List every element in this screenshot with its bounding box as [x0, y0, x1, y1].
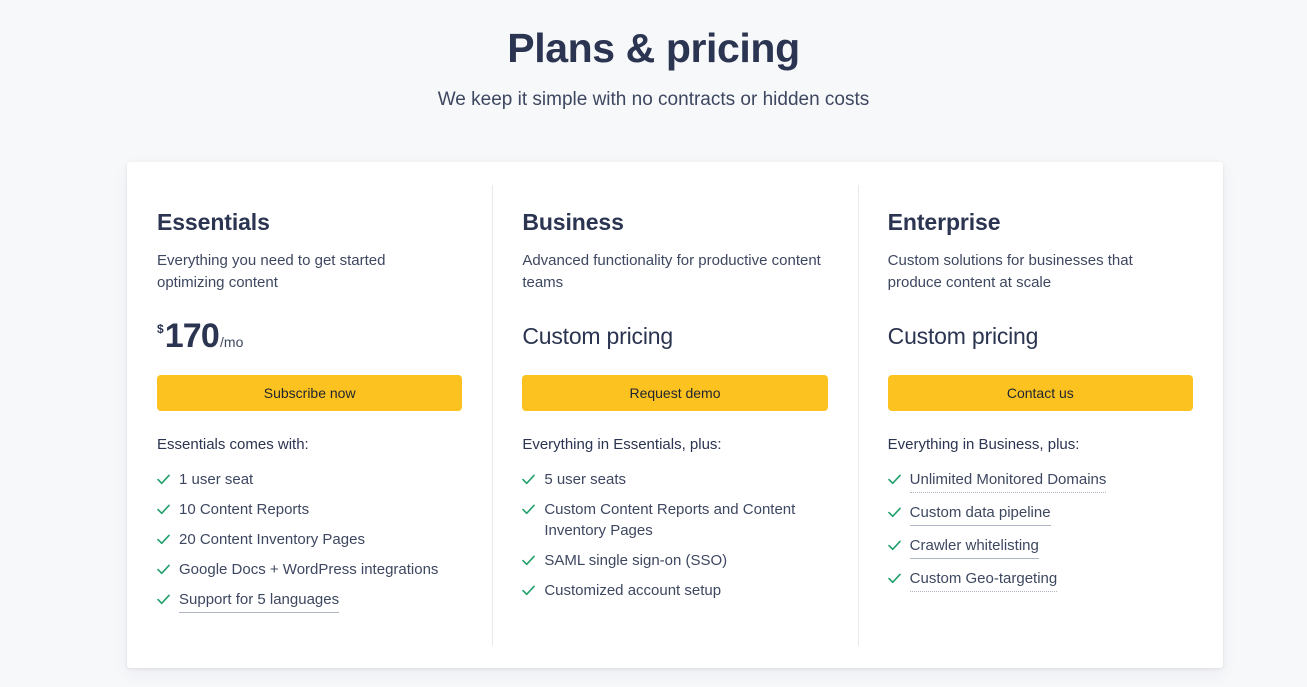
- feature-label: 1 user seat: [179, 471, 254, 488]
- check-icon: [887, 568, 901, 589]
- feature-item: 20 Content Inventory Pages: [157, 529, 462, 550]
- plan-cta-button[interactable]: Contact us: [887, 375, 1193, 411]
- feature-label[interactable]: Support for 5 languages: [179, 589, 340, 613]
- feature-item[interactable]: Unlimited Monitored Domains: [887, 469, 1193, 493]
- check-icon: [887, 502, 901, 523]
- check-icon: [522, 499, 536, 520]
- price-amount: 170: [164, 317, 220, 355]
- check-icon: [157, 529, 170, 550]
- feature-item[interactable]: Support for 5 languages: [157, 589, 462, 613]
- plan-column-business: Business Advanced functionality for produ…: [492, 162, 857, 668]
- check-icon: [887, 535, 901, 556]
- check-icon: [157, 589, 170, 610]
- feature-label: Custom Content Reports and Content Inven…: [544, 501, 796, 539]
- feature-item: Customized account setup: [522, 580, 827, 601]
- plan-description: Everything you need to get started optim…: [157, 252, 386, 291]
- price-period: /mo: [220, 334, 244, 350]
- check-icon: [522, 469, 536, 490]
- feature-label: SAML single sign-on (SSO): [544, 552, 728, 569]
- price-currency: $: [157, 322, 164, 336]
- feature-label: 5 user seats: [544, 471, 627, 488]
- plan-description: Custom solutions for businesses that pro…: [887, 252, 1133, 291]
- feature-item[interactable]: Crawler whitelisting: [887, 535, 1193, 559]
- plan-price: Custom pricing: [888, 316, 1193, 356]
- page-header: Plans & pricing We keep it simple with n…: [0, 0, 1307, 113]
- feature-item: Custom Content Reports and Content Inven…: [522, 499, 827, 541]
- check-icon: [157, 499, 170, 520]
- page-subtitle: We keep it simple with no contracts or h…: [437, 89, 870, 110]
- check-icon: [887, 469, 901, 490]
- pricing-page: Plans & pricing We keep it simple with n…: [0, 0, 1307, 687]
- feature-item: SAML single sign-on (SSO): [522, 550, 827, 571]
- price-custom-label: Custom pricing: [887, 323, 1039, 349]
- feature-label: Google Docs + WordPress integrations: [179, 561, 439, 578]
- feature-label: 20 Content Inventory Pages: [179, 531, 365, 548]
- plan-name: Business: [522, 209, 624, 235]
- pricing-plans-card: Essentials Everything you need to get sta…: [127, 162, 1223, 668]
- features-heading: Everything in Essentials, plus:: [522, 436, 722, 453]
- plan-name: Essentials: [157, 209, 270, 235]
- feature-item: 5 user seats: [522, 469, 827, 490]
- plan-name: Enterprise: [887, 209, 1001, 235]
- plan-cta-button[interactable]: Request demo: [522, 375, 828, 411]
- plan-price: $170/mo: [157, 316, 462, 356]
- check-icon: [522, 580, 536, 601]
- features-list: 5 user seats Custom Content Reports and C…: [522, 469, 827, 601]
- plan-column-enterprise: Enterprise Custom solutions for businesse…: [857, 162, 1223, 668]
- feature-item: 10 Content Reports: [157, 499, 462, 520]
- features-heading: Everything in Business, plus:: [887, 436, 1080, 453]
- plan-column-essentials: Essentials Everything you need to get sta…: [127, 162, 492, 668]
- check-icon: [157, 559, 170, 580]
- feature-label[interactable]: Crawler whitelisting: [909, 535, 1039, 559]
- price-custom-label: Custom pricing: [522, 323, 673, 349]
- check-icon: [522, 550, 536, 571]
- features-list: Unlimited Monitored Domains Custom data p…: [887, 469, 1193, 592]
- features-list: 1 user seat 10 Content Reports 20 Content …: [157, 469, 462, 613]
- plan-description: Advanced functionality for productive co…: [522, 252, 821, 291]
- plan-cta-button[interactable]: Subscribe now: [157, 375, 463, 411]
- feature-label: 10 Content Reports: [179, 501, 310, 518]
- feature-label[interactable]: Custom data pipeline: [909, 502, 1051, 526]
- feature-item: Google Docs + WordPress integrations: [157, 559, 462, 580]
- feature-item[interactable]: Custom data pipeline: [887, 502, 1193, 526]
- check-icon: [157, 469, 170, 490]
- features-heading: Essentials comes with:: [157, 436, 309, 453]
- feature-label[interactable]: Unlimited Monitored Domains: [909, 469, 1107, 493]
- feature-label[interactable]: Custom Geo-targeting: [909, 568, 1058, 592]
- plan-price: Custom pricing: [522, 316, 827, 356]
- page-title: Plans & pricing: [507, 25, 800, 71]
- feature-item: 1 user seat: [157, 469, 462, 490]
- feature-item[interactable]: Custom Geo-targeting: [887, 568, 1193, 592]
- feature-label: Customized account setup: [544, 582, 722, 599]
